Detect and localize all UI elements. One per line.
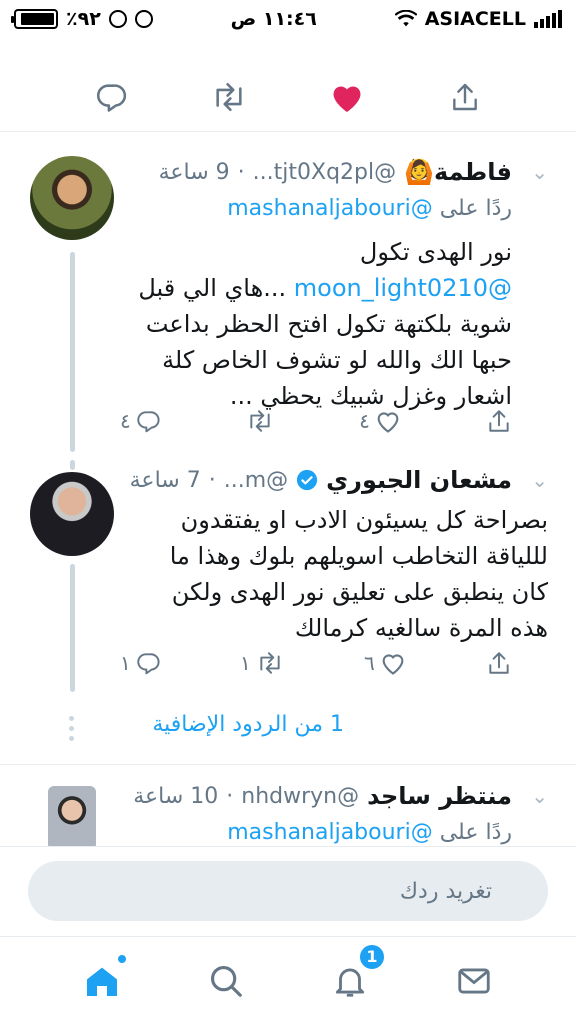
display-name[interactable]: مشعان الجبوري <box>326 466 512 494</box>
reply-button[interactable] <box>91 77 131 117</box>
reply-to: ردًا على @mashanaljabouri <box>227 820 512 845</box>
timestamp: 7 ساعة <box>129 467 201 493</box>
reply-input[interactable]: تغريد ردك <box>28 861 548 921</box>
thread-line <box>70 460 75 470</box>
retweet-button[interactable] <box>209 77 249 117</box>
thread-dots <box>69 716 74 741</box>
reply-prefix: ردًا على <box>439 820 512 845</box>
retweet-icon <box>260 652 280 674</box>
retweet-icon <box>216 82 242 111</box>
retweet-button[interactable]: ١ <box>240 650 285 676</box>
status-right: ASIACELL <box>394 8 562 30</box>
tweet-muntadhar[interactable]: ⌄ منتظر ساجد @nhdwryn · 10 ساعة ردًا على… <box>0 764 576 846</box>
carrier-name: ASIACELL <box>424 8 526 30</box>
like-button[interactable] <box>327 77 367 117</box>
like-button[interactable]: ٦ <box>364 650 407 676</box>
share-icon <box>489 652 509 674</box>
reply-prefix: ردًا على <box>439 196 512 221</box>
status-left: ٪٩٢ <box>11 8 153 30</box>
retweet-count: ١ <box>240 651 251 675</box>
tweet-header: مشعان الجبوري @m... · 7 ساعة <box>129 466 512 494</box>
status-time: ١١:٤٦ ص <box>230 8 317 30</box>
tab-search[interactable] <box>202 957 250 1005</box>
retweet-button[interactable] <box>245 408 275 434</box>
tab-bar: 1 <box>0 936 576 1024</box>
display-name[interactable]: فاطمة🙆 <box>404 158 512 186</box>
share-icon <box>489 410 509 432</box>
battery-icon <box>11 9 58 29</box>
thread-line <box>70 564 75 692</box>
heart-icon <box>377 412 399 433</box>
tab-messages[interactable] <box>450 957 498 1005</box>
tweet-actions: ٤ ٤ <box>120 408 512 434</box>
share-button[interactable] <box>445 77 485 117</box>
alarm-icon <box>108 10 127 28</box>
compose-bar: تغريد ردك <box>0 846 576 936</box>
reply-icon <box>96 83 127 112</box>
notifications-badge: 1 <box>358 942 386 971</box>
chevron-down-icon[interactable]: ⌄ <box>531 468 548 492</box>
share-button[interactable] <box>486 650 512 676</box>
verified-icon <box>297 469 318 491</box>
search-icon <box>210 965 242 997</box>
display-name[interactable]: منتظر ساجد <box>367 782 512 810</box>
tab-notifications[interactable]: 1 <box>326 942 386 1005</box>
handle[interactable]: @tjt0Xq2pl... <box>253 160 396 185</box>
timestamp: 9 ساعة <box>158 159 230 185</box>
chevron-down-icon[interactable]: ⌄ <box>531 784 548 808</box>
heart-icon <box>382 654 404 675</box>
reply-to: ردًا على @mashanaljabouri <box>227 196 512 221</box>
home-icon <box>87 967 117 996</box>
mail-icon <box>458 967 490 994</box>
tweet-header: فاطمة🙆 @tjt0Xq2pl... · 9 ساعة <box>158 158 512 186</box>
handle[interactable]: @m... <box>224 468 288 493</box>
share-icon <box>453 83 477 110</box>
tweet-fatima[interactable]: ⌄ فاطمة🙆 @tjt0Xq2pl... · 9 ساعة ردًا على… <box>0 140 576 460</box>
tweet-mention[interactable]: @moon_light0210 <box>294 274 512 302</box>
thread-line <box>70 252 75 452</box>
status-bar: ٪٩٢ ١١:٤٦ ص ASIACELL <box>0 0 576 38</box>
like-count: ٦ <box>364 651 375 675</box>
retweet-icon <box>250 410 270 432</box>
reply-count: ١ <box>120 651 131 675</box>
main-tweet-actions <box>0 62 576 132</box>
timestamp: 10 ساعة <box>133 783 219 809</box>
reply-mention[interactable]: @mashanaljabouri <box>227 820 432 845</box>
heart-icon <box>333 86 361 112</box>
share-button[interactable] <box>486 408 512 434</box>
avatar[interactable] <box>30 156 114 240</box>
tweet-actions: ١ ١ ٦ <box>120 650 512 676</box>
tweet-body: نور الهدى تكول @moon_light0210 ...هاي ال… <box>102 234 512 414</box>
tweet-text-line: نور الهدى تكول <box>359 238 512 266</box>
like-button[interactable]: ٤ <box>359 408 402 434</box>
reply-count: ٤ <box>120 409 131 433</box>
avatar[interactable] <box>30 472 114 556</box>
reply-button[interactable]: ٤ <box>120 408 161 434</box>
orientation-lock-icon <box>134 10 153 28</box>
show-more-replies-link[interactable]: 1 من الردود الإضافية <box>152 712 344 737</box>
new-content-dot <box>116 952 128 965</box>
chevron-down-icon[interactable]: ⌄ <box>531 160 548 184</box>
reply-button[interactable]: ١ <box>120 650 161 676</box>
battery-percent: ٪٩٢ <box>66 8 101 30</box>
tweet-header: منتظر ساجد @nhdwryn · 10 ساعة <box>133 782 512 810</box>
wifi-icon <box>394 10 417 27</box>
reply-icon <box>137 653 160 675</box>
tweet-body: بصراحة كل يسيئون الادب او يفتقدون لللياق… <box>169 506 548 642</box>
reply-icon <box>137 411 160 433</box>
reply-mention[interactable]: @mashanaljabouri <box>227 196 432 221</box>
avatar[interactable] <box>48 786 96 846</box>
signal-icon <box>534 10 562 28</box>
tweet-mishan[interactable]: ⌄ مشعان الجبوري @m... · 7 ساعة بصراحة كل… <box>0 460 576 696</box>
handle[interactable]: @nhdwryn <box>241 784 359 809</box>
tab-home[interactable] <box>78 952 128 1005</box>
like-count: ٤ <box>359 409 370 433</box>
